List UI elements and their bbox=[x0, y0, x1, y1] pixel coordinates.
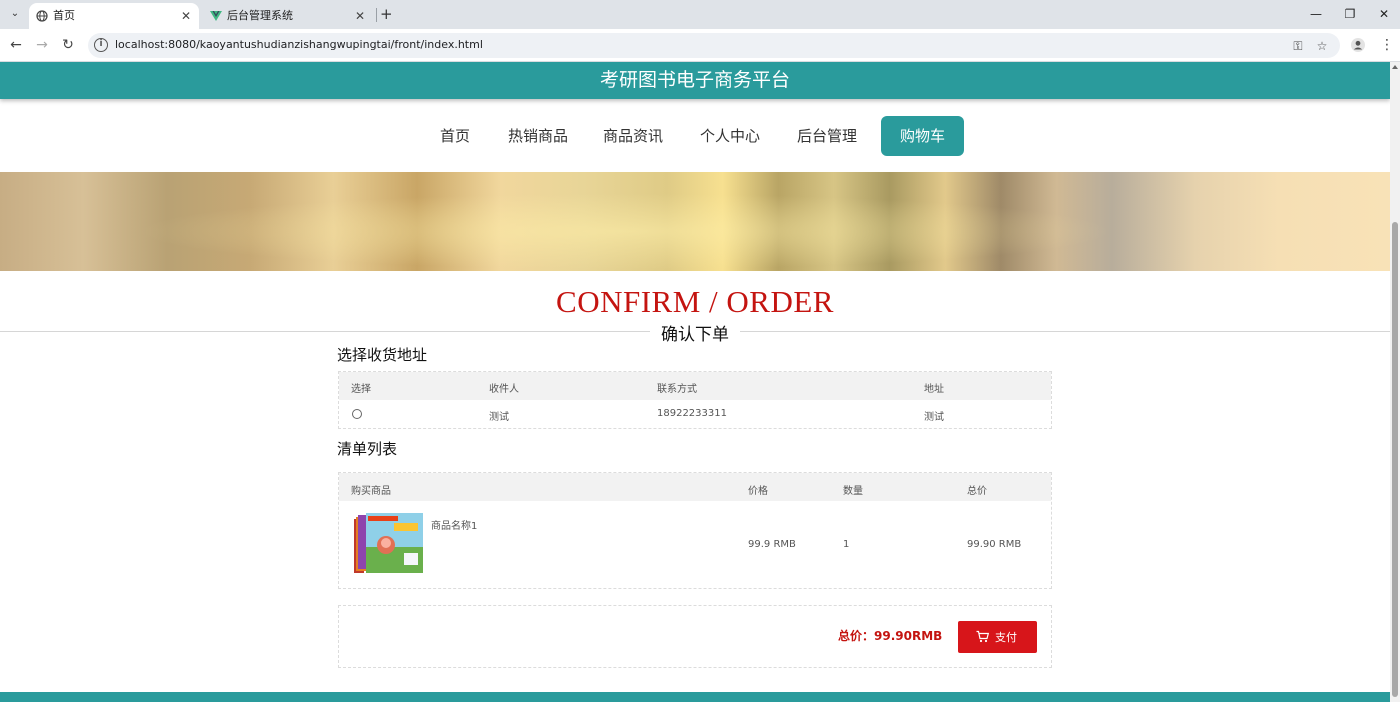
order-table: 购买商品 价格 数量 总价 商品名称1 99.9 RMB 1 99.90 RMB bbox=[338, 472, 1052, 589]
reload-icon[interactable]: ↻ bbox=[59, 36, 77, 54]
page-scrollbar[interactable] bbox=[1390, 62, 1400, 702]
footer-bar bbox=[0, 692, 1390, 702]
address-table: 选择 收件人 联系方式 地址 测试 18922233311 测试 bbox=[338, 371, 1052, 429]
banner-image bbox=[0, 172, 1390, 271]
nav-admin[interactable]: 后台管理 bbox=[789, 116, 865, 156]
main-nav: 首页 热销商品 商品资讯 个人中心 后台管理 购物车 bbox=[0, 116, 1390, 156]
recipient-name: 测试 bbox=[489, 412, 509, 423]
url-text[interactable]: localhost:8080/kaoyantushudianzishangwup… bbox=[115, 38, 483, 51]
address-section-title: 选择收货地址 bbox=[337, 346, 428, 364]
tab-title: 后台管理系统 bbox=[227, 9, 293, 22]
pay-button[interactable]: 支付 bbox=[958, 621, 1037, 653]
profile-icon[interactable] bbox=[1351, 38, 1365, 52]
back-icon[interactable]: ← bbox=[7, 36, 25, 54]
tab-title: 首页 bbox=[53, 9, 75, 22]
bookmark-star-icon[interactable]: ☆ bbox=[1313, 37, 1331, 55]
product-quantity: 1 bbox=[843, 539, 850, 550]
product-total: 99.90 RMB bbox=[967, 539, 1022, 550]
product-thumbnail[interactable] bbox=[352, 513, 424, 575]
restore-icon[interactable]: ❐ bbox=[1340, 4, 1360, 24]
product-name[interactable]: 商品名称1 bbox=[431, 517, 477, 532]
omnibox[interactable]: i localhost:8080/kaoyantushudianzishangw… bbox=[88, 33, 1340, 58]
close-tab-icon[interactable]: ✕ bbox=[181, 3, 191, 29]
recipient-address: 测试 bbox=[924, 412, 944, 423]
order-table-header: 购买商品 价格 数量 总价 bbox=[339, 473, 1051, 501]
header-quantity: 数量 bbox=[843, 486, 863, 497]
nav-home[interactable]: 首页 bbox=[433, 116, 477, 156]
nav-cart[interactable]: 购物车 bbox=[881, 116, 964, 156]
header-address: 地址 bbox=[924, 384, 944, 395]
vue-icon bbox=[210, 11, 222, 21]
scrollbar-thumb[interactable] bbox=[1392, 222, 1398, 697]
tab-admin[interactable]: 后台管理系统 ✕ bbox=[203, 3, 373, 29]
banner-glow bbox=[0, 172, 1390, 271]
total-price: 总价：99.90RMB bbox=[838, 629, 943, 643]
order-summary: 总价：99.90RMB 支付 bbox=[338, 605, 1052, 668]
order-section-title: 清单列表 bbox=[337, 440, 398, 458]
more-menu-icon[interactable]: ⋮ bbox=[1378, 36, 1396, 54]
nav-personal-center[interactable]: 个人中心 bbox=[692, 116, 768, 156]
tab-divider bbox=[376, 8, 377, 22]
recipient-phone: 18922233311 bbox=[657, 408, 727, 419]
header-total: 总价 bbox=[967, 486, 987, 497]
password-key-icon[interactable]: ⚿ bbox=[1289, 37, 1307, 55]
product-price: 99.9 RMB bbox=[748, 539, 796, 550]
scroll-up-arrow-icon[interactable] bbox=[1392, 65, 1398, 69]
close-window-icon[interactable]: ✕ bbox=[1374, 4, 1394, 24]
globe-icon bbox=[36, 10, 48, 22]
site-title: 考研图书电子商务平台 bbox=[0, 62, 1390, 99]
page-viewport: 考研图书电子商务平台 首页 热销商品 商品资讯 个人中心 后台管理 购物车 CO… bbox=[0, 62, 1400, 702]
address-bar-row: ← → ↻ i localhost:8080/kaoyantushudianzi… bbox=[0, 29, 1400, 62]
forward-icon[interactable]: → bbox=[33, 36, 51, 54]
browser-tab-strip: ⌄ 首页 ✕ 后台管理系统 ✕ + — ❐ ✕ bbox=[0, 0, 1400, 29]
new-tab-icon[interactable]: + bbox=[380, 5, 394, 23]
tab-home[interactable]: 首页 ✕ bbox=[29, 3, 199, 29]
address-radio[interactable] bbox=[352, 409, 362, 419]
heading-english: CONFIRM / ORDER bbox=[556, 284, 834, 319]
header-product: 购买商品 bbox=[351, 486, 391, 497]
site-info-icon[interactable]: i bbox=[94, 38, 108, 52]
header-select: 选择 bbox=[351, 384, 371, 395]
nav-product-news[interactable]: 商品资讯 bbox=[596, 116, 670, 156]
header-contact: 联系方式 bbox=[657, 384, 697, 395]
address-table-header: 选择 收件人 联系方式 地址 bbox=[339, 372, 1051, 400]
nav-hot-products[interactable]: 热销商品 bbox=[500, 116, 576, 156]
cart-icon bbox=[976, 630, 989, 643]
header-recipient: 收件人 bbox=[489, 384, 519, 395]
close-tab-icon[interactable]: ✕ bbox=[355, 3, 365, 29]
pay-label: 支付 bbox=[995, 631, 1017, 644]
heading-chinese: 确认下单 bbox=[650, 320, 740, 345]
header-price: 价格 bbox=[748, 486, 768, 497]
tab-search-chevron-icon[interactable]: ⌄ bbox=[6, 5, 24, 23]
minimize-icon[interactable]: — bbox=[1306, 4, 1326, 24]
